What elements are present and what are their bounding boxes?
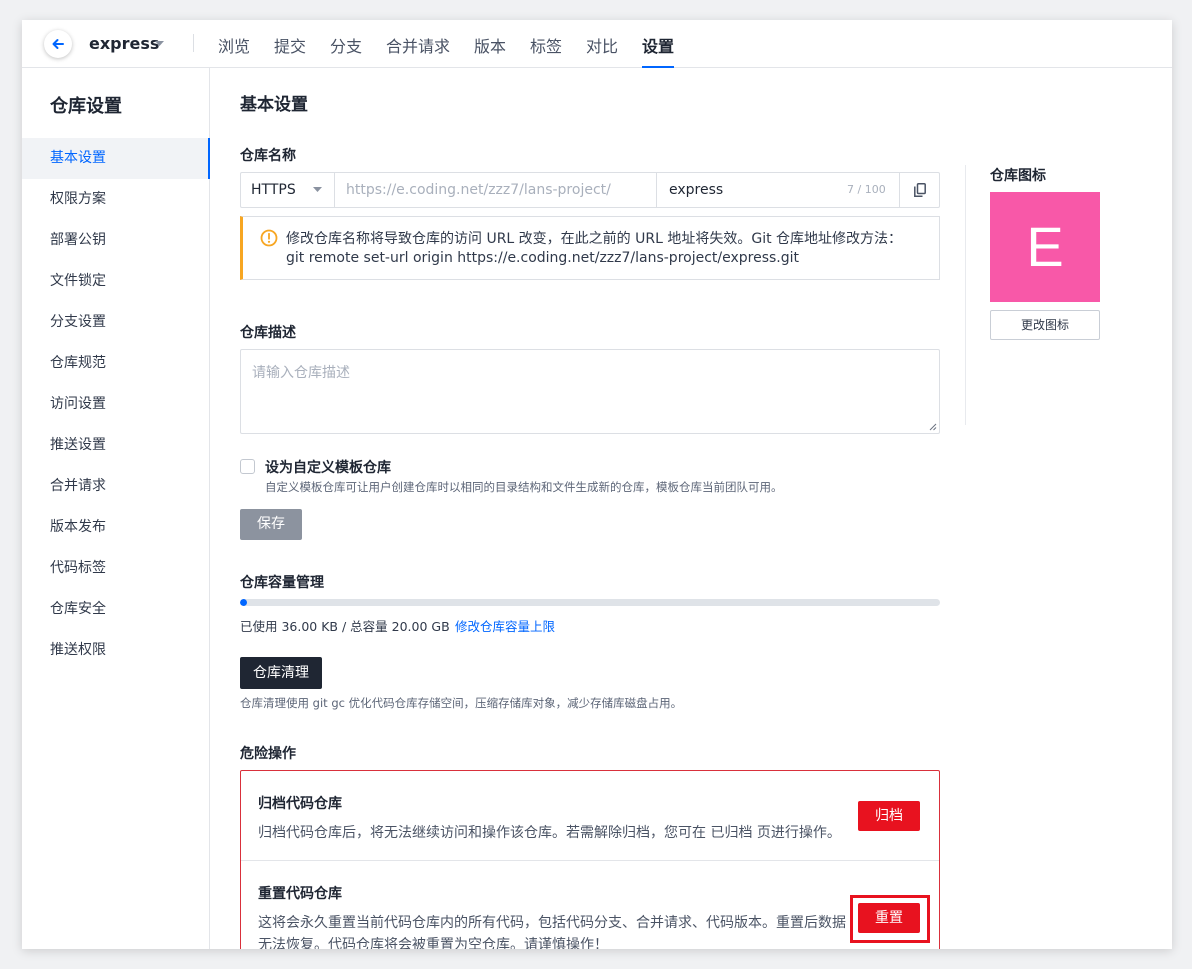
capacity-usage-text: 已使用 36.00 KB / 总容量 20.00 GB — [240, 619, 450, 634]
template-checkbox[interactable] — [240, 459, 255, 474]
capacity-progress-bar — [240, 599, 940, 606]
warning-icon — [260, 229, 278, 247]
copy-icon — [914, 183, 926, 197]
archive-row: 归档代码仓库 归档代码仓库后，将无法继续访问和操作该仓库。若需解除归档，您可在 … — [241, 771, 939, 861]
main-content: 基本设置 仓库名称 HTTPS https://e.coding.net/zzz… — [211, 68, 1172, 949]
modify-capacity-link[interactable]: 修改仓库容量上限 — [455, 616, 555, 635]
back-button[interactable] — [44, 30, 72, 58]
reset-button[interactable]: 重置 — [858, 903, 920, 933]
sidebar-item-tags[interactable]: 代码标签 — [22, 548, 210, 589]
url-prefix: https://e.coding.net/zzz7/lans-project/ — [335, 173, 657, 207]
sidebar-item-releases[interactable]: 版本发布 — [22, 507, 210, 548]
tab-compare[interactable]: 对比 — [586, 33, 618, 68]
repo-name[interactable]: express — [89, 34, 159, 53]
arrow-left-icon — [52, 39, 64, 49]
caret-down-icon[interactable] — [155, 41, 164, 46]
warning-text-line1: 修改仓库名称将导致仓库的访问 URL 改变，在此之前的 URL 地址将失效。Gi… — [286, 231, 903, 247]
sidebar-item-file-lock[interactable]: 文件锁定 — [22, 261, 210, 302]
sidebar-item-push-settings[interactable]: 推送设置 — [22, 425, 210, 466]
sidebar-item-repo-rules[interactable]: 仓库规范 — [22, 343, 210, 384]
save-button[interactable]: 保存 — [240, 509, 302, 540]
archive-title: 归档代码仓库 — [258, 796, 342, 812]
danger-zone: 归档代码仓库 归档代码仓库后，将无法继续访问和操作该仓库。若需解除归档，您可在 … — [240, 770, 940, 949]
top-nav: express 浏览 提交 分支 合并请求 版本 标签 对比 设置 — [22, 20, 1172, 68]
capacity-progress-fill — [240, 599, 247, 606]
reset-description-line1: 这将会永久重置当前代码仓库内的所有代码，包括代码分支、合并请求、代码版本。重置后… — [258, 915, 846, 931]
capacity-label: 仓库容量管理 — [240, 575, 324, 591]
tab-merge-requests[interactable]: 合并请求 — [386, 33, 450, 68]
copy-button[interactable] — [899, 173, 939, 207]
page-title: 基本设置 — [240, 95, 308, 115]
sidebar-item-deploy-keys[interactable]: 部署公钥 — [22, 220, 210, 261]
tab-commits[interactable]: 提交 — [274, 33, 306, 68]
change-icon-button[interactable]: 更改图标 — [990, 310, 1100, 340]
repo-gc-button[interactable]: 仓库清理 — [240, 657, 322, 689]
sidebar-item-access[interactable]: 访问设置 — [22, 384, 210, 425]
tab-tags[interactable]: 标签 — [530, 33, 562, 68]
name-char-counter: 7 / 100 — [847, 183, 886, 196]
protocol-select[interactable]: HTTPS — [241, 173, 335, 207]
repo-desc-textarea[interactable]: 请输入仓库描述 — [240, 349, 940, 434]
archive-description: 归档代码仓库后，将无法继续访问和操作该仓库。若需解除归档，您可在 已归档 页进行… — [258, 825, 841, 841]
repo-url-field: HTTPS https://e.coding.net/zzz7/lans-pro… — [240, 172, 940, 208]
repo-gc-hint: 仓库清理使用 git gc 优化代码仓库存储空间，压缩存储库对象，减少存储库磁盘… — [240, 696, 683, 710]
template-checkbox-label[interactable]: 设为自定义模板仓库 — [265, 457, 391, 477]
repo-icon-panel: 仓库图标 E 更改图标 — [965, 165, 1145, 425]
settings-sidebar: 仓库设置 基本设置 权限方案 部署公钥 文件锁定 分支设置 仓库规范 访问设置 … — [22, 68, 210, 949]
sidebar-item-branch-settings[interactable]: 分支设置 — [22, 302, 210, 343]
template-hint: 自定义模板仓库可让用户创建仓库时以相同的目录结构和文件生成新的仓库，模板仓库当前… — [265, 480, 783, 494]
tab-browse[interactable]: 浏览 — [218, 33, 250, 68]
sidebar-item-merge-requests[interactable]: 合并请求 — [22, 466, 210, 507]
warning-text-line2: git remote set-url origin https://e.codi… — [286, 250, 800, 266]
desc-placeholder: 请输入仓库描述 — [252, 365, 350, 381]
archive-button[interactable]: 归档 — [858, 801, 920, 831]
app-window: express 浏览 提交 分支 合并请求 版本 标签 对比 设置 仓库设置 基… — [22, 20, 1172, 949]
tab-releases[interactable]: 版本 — [474, 33, 506, 68]
protocol-value: HTTPS — [251, 182, 296, 198]
tab-branches[interactable]: 分支 — [330, 33, 362, 68]
resize-grip-icon[interactable] — [929, 423, 937, 431]
rename-warning: 修改仓库名称将导致仓库的访问 URL 改变，在此之前的 URL 地址将失效。Gi… — [240, 216, 940, 280]
repo-desc-label: 仓库描述 — [240, 325, 296, 341]
reset-row: 重置代码仓库 这将会永久重置当前代码仓库内的所有代码，包括代码分支、合并请求、代… — [241, 862, 939, 949]
sidebar-item-basic[interactable]: 基本设置 — [22, 138, 210, 179]
reset-title: 重置代码仓库 — [258, 886, 342, 902]
sidebar-item-push-permissions[interactable]: 推送权限 — [22, 630, 210, 671]
nav-divider — [193, 34, 194, 52]
sidebar-item-permissions[interactable]: 权限方案 — [22, 179, 210, 220]
repo-icon-label: 仓库图标 — [990, 168, 1046, 184]
caret-down-icon — [313, 187, 322, 192]
tab-settings[interactable]: 设置 — [642, 33, 675, 68]
repo-avatar: E — [990, 192, 1100, 302]
sidebar-item-security[interactable]: 仓库安全 — [22, 589, 210, 630]
reset-description-line2: 无法恢复。代码仓库将会被重置为空仓库。请谨慎操作！ — [258, 937, 608, 949]
sidebar-title: 仓库设置 — [50, 96, 122, 117]
danger-label: 危险操作 — [240, 746, 296, 762]
repo-name-label: 仓库名称 — [240, 148, 296, 164]
